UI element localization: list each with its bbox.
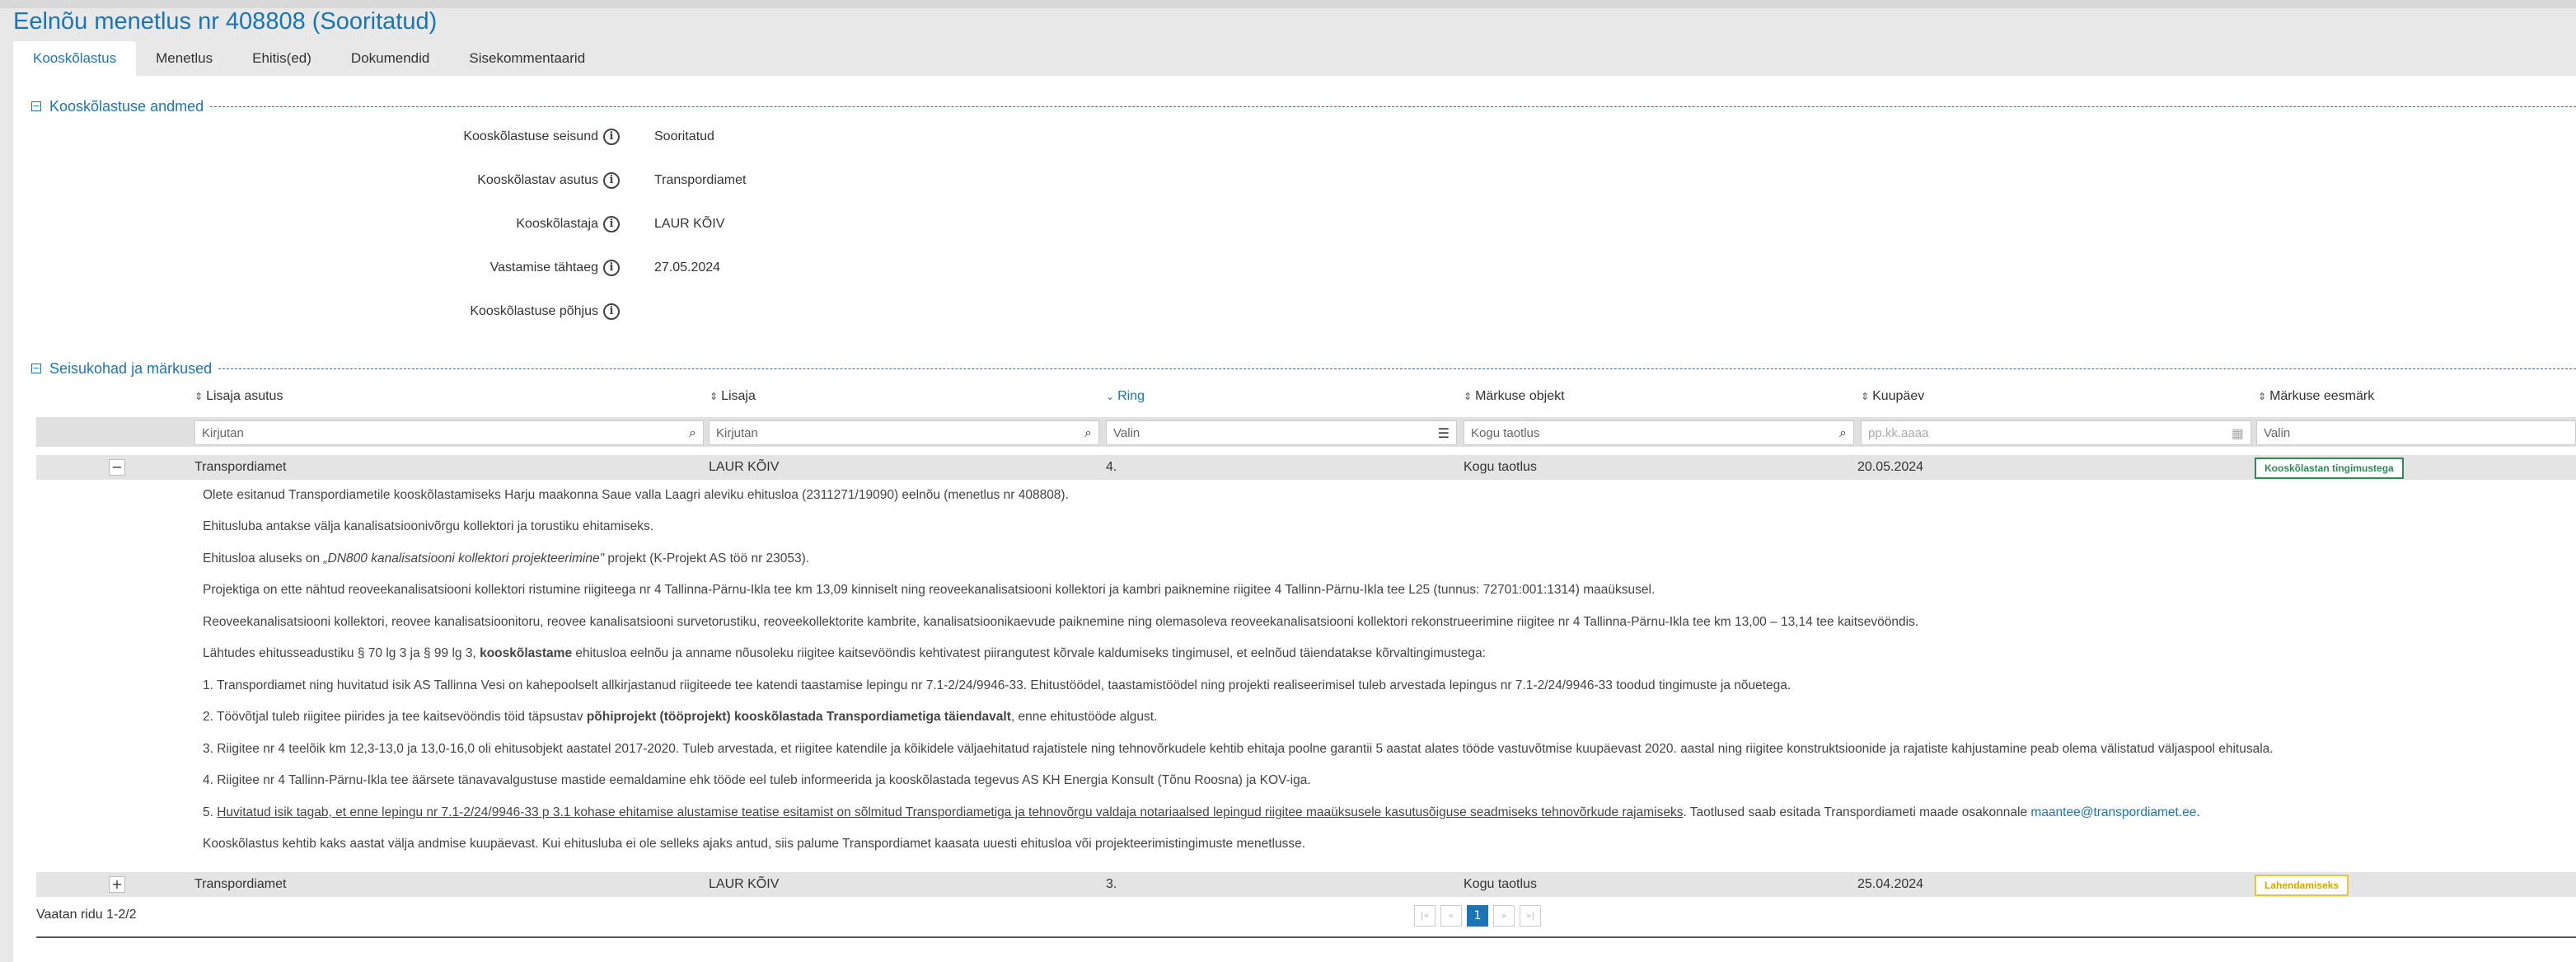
- tab-kooskolastus[interactable]: Kooskõlastus: [13, 41, 137, 76]
- sort-icon: ⇕: [710, 391, 719, 402]
- pagination: |« « 1 » »|: [1414, 905, 1541, 927]
- filter-bar: Kirjutan ⌕ Kirjutan ⌕ Valin ☰ Kogu taotlus ⌕…: [36, 417, 2576, 447]
- filter-lisaja[interactable]: Kirjutan ⌕: [709, 420, 1099, 445]
- tab-dokumendid[interactable]: Dokumendid: [331, 41, 449, 76]
- filter-ring[interactable]: Valin ☰: [1106, 420, 1457, 445]
- info-icon[interactable]: i: [603, 260, 620, 276]
- table-row[interactable]: + Transpordiamet LAUR KÕIV 3. Kogu taotl…: [36, 872, 2576, 897]
- collapse-icon[interactable]: −: [31, 364, 41, 373]
- comment-paragraph: 4. Riigitee nr 4 Tallinn-Pärnu-Ikla tee …: [203, 773, 1311, 787]
- tab-menetlus[interactable]: Menetlus: [136, 41, 232, 76]
- field-label: Kooskõlastaja: [516, 217, 598, 231]
- section-title: Kooskõlastuse andmed: [49, 97, 204, 115]
- column-header-kuupaev[interactable]: ⇕ Kuupäev: [1861, 389, 1924, 404]
- page: Eelnõu menetlus nr 408808 (Sooritatud) K…: [0, 0, 2576, 962]
- page-1-button[interactable]: 1: [1467, 905, 1488, 927]
- comment-paragraph: 5. Huvitatud isik tagab, et enne lepingu…: [203, 805, 2200, 819]
- tab-ehitised[interactable]: Ehitis(ed): [232, 41, 331, 76]
- info-icon[interactable]: i: [603, 303, 620, 320]
- rows-count: Vaatan ridu 1-2/2: [36, 908, 137, 922]
- field-seisund: Kooskõlastuse seisund i Sooritatud: [13, 129, 1002, 153]
- cell-ring: 4.: [1106, 460, 1117, 474]
- comment-paragraph: Olete esitanud Transpordiametile kooskõl…: [203, 488, 1069, 502]
- comment-paragraph: Projektiga on ette nähtud reoveekanalisa…: [203, 583, 1656, 597]
- sort-desc-icon: ⌄: [1106, 391, 1115, 402]
- sort-icon: ⇕: [1861, 391, 1870, 402]
- field-value: 27.05.2024: [654, 260, 721, 275]
- expand-row-icon[interactable]: +: [109, 876, 125, 893]
- status-badge: Lahendamiseks: [2255, 875, 2349, 896]
- cell-kuupaev: 25.04.2024: [1857, 877, 1924, 891]
- column-header-ring[interactable]: ⌄ Ring: [1106, 389, 1145, 404]
- field-label: Vastamise tähtaeg: [489, 260, 598, 275]
- column-header-markuse-objekt[interactable]: ⇕ Märkuse objekt: [1464, 389, 1565, 404]
- filter-markuse-eesmark[interactable]: Valin: [2256, 420, 2576, 445]
- column-header-markuse-eesmark[interactable]: ⇕ Märkuse eesmärk: [2258, 389, 2374, 404]
- last-page-button[interactable]: »|: [1520, 905, 1541, 927]
- field-value: Sooritatud: [654, 129, 714, 143]
- calendar-icon[interactable]: ▦: [2232, 425, 2244, 441]
- search-icon[interactable]: ⌕: [689, 425, 696, 441]
- field-value: Transpordiamet: [654, 173, 747, 187]
- sort-icon: ⇕: [194, 391, 204, 402]
- field-value: LAUR KÕIV: [654, 217, 725, 231]
- sort-icon: ⇕: [2258, 391, 2267, 402]
- collapse-icon[interactable]: −: [31, 101, 41, 111]
- next-page-button[interactable]: »: [1493, 905, 1515, 927]
- section-divider: [218, 368, 2576, 369]
- top-bar: [0, 0, 2576, 8]
- info-icon[interactable]: i: [603, 216, 620, 232]
- comment-paragraph: 1. Transpordiamet ning huvitatud isik AS…: [203, 678, 1791, 692]
- info-icon[interactable]: i: [603, 172, 620, 189]
- column-header-lisaja[interactable]: ⇕ Lisaja: [710, 389, 756, 404]
- info-icon[interactable]: i: [603, 129, 620, 145]
- comment-paragraph: Reoveekanalisatsiooni kollektori, reovee…: [203, 615, 1919, 629]
- comment-paragraph: Ehitusloa aluseks on „DN800 kanalisatsio…: [203, 551, 810, 565]
- email-link[interactable]: maantee@transpordiamet.ee: [2030, 805, 2196, 819]
- cell-objekt: Kogu taotlus: [1464, 460, 1537, 474]
- first-page-button[interactable]: |«: [1414, 905, 1436, 927]
- field-asutus: Kooskõlastav asutus i Transpordiamet: [13, 172, 1002, 197]
- field-label: Kooskõlastuse seisund: [463, 129, 598, 143]
- tab-bar: Kooskõlastus Menetlus Ehitis(ed) Dokumen…: [13, 41, 605, 76]
- comment-paragraph: 3. Riigitee nr 4 teelõik km 12,3-13,0 ja…: [203, 742, 2274, 756]
- page-title: Eelnõu menetlus nr 408808 (Sooritatud): [13, 8, 438, 35]
- comment-paragraph: Ehitusluba antakse välja kanalisatsiooni…: [203, 519, 654, 533]
- collapse-row-icon[interactable]: −: [109, 459, 125, 476]
- section-title: Seisukohad ja märkused: [49, 359, 213, 377]
- cell-asutus: Transpordiamet: [194, 460, 287, 474]
- field-pohjus: Kooskõlastuse põhjus i: [13, 303, 1002, 328]
- section-header-kooskolastuse-andmed[interactable]: − Kooskõlastuse andmed: [31, 97, 2576, 115]
- field-label: Kooskõlastav asutus: [477, 173, 598, 187]
- cell-objekt: Kogu taotlus: [1464, 877, 1537, 891]
- comment-paragraph: Kooskõlastus kehtib kaks aastat välja an…: [203, 837, 1306, 851]
- field-tahtaeg: Vastamise tähtaeg i 27.05.2024: [13, 260, 1002, 284]
- section-header-seisukohad[interactable]: − Seisukohad ja märkused: [31, 359, 2576, 378]
- comment-paragraph: 2. Töövõtjal tuleb riigitee piirides ja …: [203, 710, 1158, 724]
- search-icon[interactable]: ⌕: [1839, 425, 1847, 441]
- column-header-lisaja-asutus[interactable]: ⇕ Lisaja asutus: [194, 389, 283, 404]
- prev-page-button[interactable]: «: [1440, 905, 1462, 927]
- sort-icon: ⇕: [1464, 391, 1473, 402]
- table-row[interactable]: − Transpordiamet LAUR KÕIV 4. Kogu taotl…: [36, 455, 2576, 480]
- cell-kuupaev: 20.05.2024: [1857, 460, 1924, 474]
- filter-kuupaev[interactable]: pp.kk.aaaa ▦: [1861, 420, 2251, 445]
- cell-lisaja: LAUR KÕIV: [709, 877, 780, 891]
- search-icon[interactable]: ⌕: [1084, 425, 1092, 441]
- filter-lisaja-asutus[interactable]: Kirjutan ⌕: [194, 420, 704, 445]
- cell-lisaja: LAUR KÕIV: [709, 460, 780, 474]
- list-icon[interactable]: ☰: [1438, 425, 1450, 441]
- status-badge: Kooskõlastan tingimustega: [2255, 458, 2404, 479]
- cell-asutus: Transpordiamet: [194, 877, 287, 891]
- field-label: Kooskõlastuse põhjus: [470, 304, 598, 318]
- section-divider: [210, 106, 2576, 107]
- field-kooskolastaja: Kooskõlastaja i LAUR KÕIV: [13, 216, 1002, 241]
- filter-markuse-objekt[interactable]: Kogu taotlus ⌕: [1464, 420, 1854, 445]
- table-bottom-border: [36, 936, 2576, 938]
- cell-ring: 3.: [1106, 877, 1117, 891]
- comment-paragraph: Lähtudes ehitusseadustiku § 70 lg 3 ja §…: [203, 646, 1486, 660]
- tab-sisekommentaarid[interactable]: Sisekommentaarid: [449, 41, 605, 76]
